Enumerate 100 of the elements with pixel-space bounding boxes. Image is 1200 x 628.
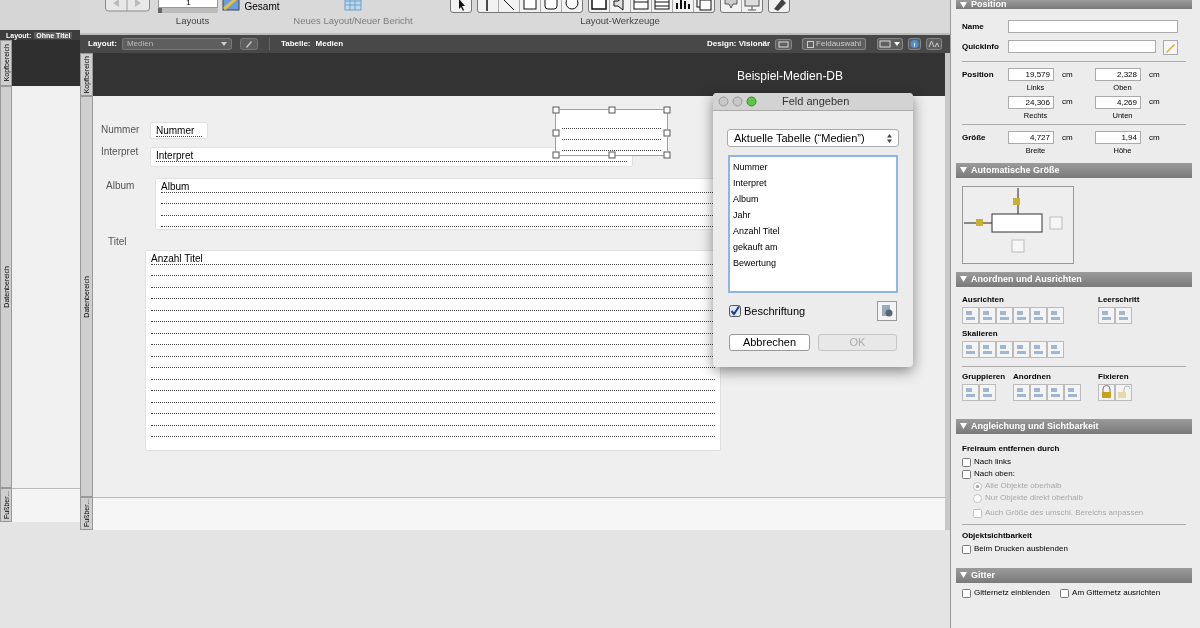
field-picker-button[interactable]: Feldauswahl xyxy=(802,38,866,50)
number-field[interactable]: 4,727 xyxy=(1008,131,1054,144)
checked-checkbox[interactable] xyxy=(729,305,741,317)
footer-part xyxy=(12,488,80,522)
checkbox[interactable] xyxy=(962,469,971,479)
field-list-item[interactable]: Jahr xyxy=(730,207,896,223)
back-forward-icon[interactable] xyxy=(105,0,151,12)
field-list-item[interactable]: Nummer xyxy=(730,159,896,175)
layout-dropdown[interactable]: Medien xyxy=(121,38,232,50)
section-title: Gitter xyxy=(971,570,995,580)
name-field[interactable] xyxy=(1008,20,1178,33)
disclosure-triangle-icon xyxy=(960,1,967,8)
chart-tool-icon[interactable] xyxy=(673,0,693,12)
window-controls-icon[interactable] xyxy=(718,96,758,107)
view-menu-icon[interactable] xyxy=(877,38,903,50)
checkbox[interactable] xyxy=(962,457,971,467)
field-list-item[interactable]: Album xyxy=(730,191,896,207)
disclosure-triangle-icon xyxy=(960,423,967,429)
option-label: Am Gitternetz ausrichten xyxy=(1072,589,1161,597)
info-icon[interactable] xyxy=(908,38,921,50)
field-label: Titel xyxy=(108,237,127,247)
unit-label: cm xyxy=(1062,70,1073,79)
unit-label: cm xyxy=(1062,98,1073,106)
checkbox[interactable] xyxy=(1060,588,1070,598)
rectangle-tool-icon[interactable] xyxy=(520,0,540,12)
option-label: Nach links xyxy=(974,458,1011,466)
section-label: Name xyxy=(962,23,985,31)
layout-field[interactable]: Nummer xyxy=(150,122,208,139)
section-title: Automatische Größe xyxy=(971,165,1060,175)
section-title: Angleichung und Sichtbarkeit xyxy=(971,421,1099,431)
field-tool-icon[interactable] xyxy=(589,0,609,12)
layout-field[interactable]: Anzahl Titel xyxy=(145,250,721,451)
autosize-anchor-drawing[interactable] xyxy=(962,185,1074,264)
layout-field[interactable]: Interpret xyxy=(150,147,633,167)
section-label: Leerschritt xyxy=(1098,295,1140,304)
cancel-button[interactable]: Abbrechen xyxy=(729,334,810,351)
option-label: Gitternetz einblenden xyxy=(974,589,1051,597)
number-field[interactable]: 2,328 xyxy=(1095,68,1141,81)
record-slider[interactable] xyxy=(158,8,219,13)
edit-layout-icon[interactable] xyxy=(239,38,258,50)
web-viewer-icon[interactable] xyxy=(694,0,714,12)
field-list-item[interactable]: Bewertung xyxy=(730,255,896,271)
table-name: Medien xyxy=(315,40,344,48)
design-label: Design: Visionär xyxy=(707,40,771,48)
dialog-title: Feld angeben xyxy=(782,96,850,107)
tooltip-field[interactable] xyxy=(1008,40,1156,53)
section-label: Freiraum entfernen durch xyxy=(962,444,1061,453)
field-list-item[interactable]: Anzahl Titel xyxy=(730,223,896,239)
settings-icon[interactable] xyxy=(877,301,897,321)
number-field[interactable]: 24,306 xyxy=(1008,95,1054,109)
screen-icon[interactable] xyxy=(742,0,762,12)
header-part xyxy=(12,40,80,86)
number-field[interactable]: 19,579 xyxy=(1008,68,1054,81)
font-size-icon[interactable] xyxy=(926,38,942,50)
unlock-icon[interactable] xyxy=(1115,383,1132,401)
section-label: Fixieren xyxy=(1098,372,1130,381)
layout-title: Beispiel-Medien-DB xyxy=(737,70,844,82)
toolbar-group-label: Neues Layout/Neuer Bericht xyxy=(293,15,413,26)
unit-label: cm xyxy=(1062,133,1073,142)
section-label: QuickInfo xyxy=(962,43,1000,51)
table-dropdown[interactable]: Aktuelle Tabelle (“Medien”) xyxy=(727,129,899,147)
table-view-icon[interactable] xyxy=(222,0,241,11)
disclosure-triangle-icon xyxy=(960,167,967,173)
table-label: Tabelle: xyxy=(280,40,311,48)
section-title: Anordnen und Ausrichten xyxy=(971,274,1082,284)
selected-field[interactable] xyxy=(552,106,671,159)
view-label: Gesamt xyxy=(244,2,280,12)
section-label: Größe xyxy=(962,134,987,142)
field-list-item[interactable]: gekauft am xyxy=(730,239,896,255)
theme-icon[interactable] xyxy=(775,38,793,50)
section-label: Ausrichten xyxy=(962,295,1005,304)
option-label: Beim Drucken ausblenden xyxy=(974,545,1068,553)
tab-control-icon[interactable] xyxy=(631,0,651,12)
number-field[interactable]: 4,269 xyxy=(1095,95,1141,109)
portal-tool-icon[interactable] xyxy=(652,0,672,12)
field-label: Album xyxy=(106,181,135,191)
layout-label: Layout: xyxy=(88,40,117,48)
unit-label: cm xyxy=(1149,133,1160,142)
checkbox[interactable] xyxy=(962,544,971,554)
unit-label: cm xyxy=(1149,70,1160,79)
field-label: Interpret xyxy=(101,147,139,157)
checkbox[interactable] xyxy=(962,588,971,598)
section-label: Anordnen xyxy=(1013,372,1052,381)
field-list-item[interactable]: Interpret xyxy=(730,175,896,191)
option-label: Nach oben: xyxy=(974,470,1015,478)
field-label: Nummer xyxy=(101,125,140,135)
dropdown-arrow-icon xyxy=(220,42,227,46)
new-layout-icon[interactable] xyxy=(344,0,362,11)
checkbox-label: Beschriftung xyxy=(744,305,806,317)
section-label: Skalieren xyxy=(962,329,999,338)
oval-tool-icon[interactable] xyxy=(562,0,582,12)
disclosure-triangle-icon xyxy=(960,572,967,578)
record-field[interactable]: 1 xyxy=(158,0,219,8)
up-down-arrow-icon xyxy=(887,133,892,143)
number-field[interactable]: 1,94 xyxy=(1095,131,1141,144)
section-label: Objektsichtbarkeit xyxy=(962,531,1033,540)
pencil-icon[interactable] xyxy=(1163,40,1178,55)
rounded-rectangle-tool-icon[interactable] xyxy=(541,0,561,12)
lock-icon[interactable] xyxy=(1098,383,1115,401)
disclosure-triangle-icon xyxy=(960,276,967,282)
